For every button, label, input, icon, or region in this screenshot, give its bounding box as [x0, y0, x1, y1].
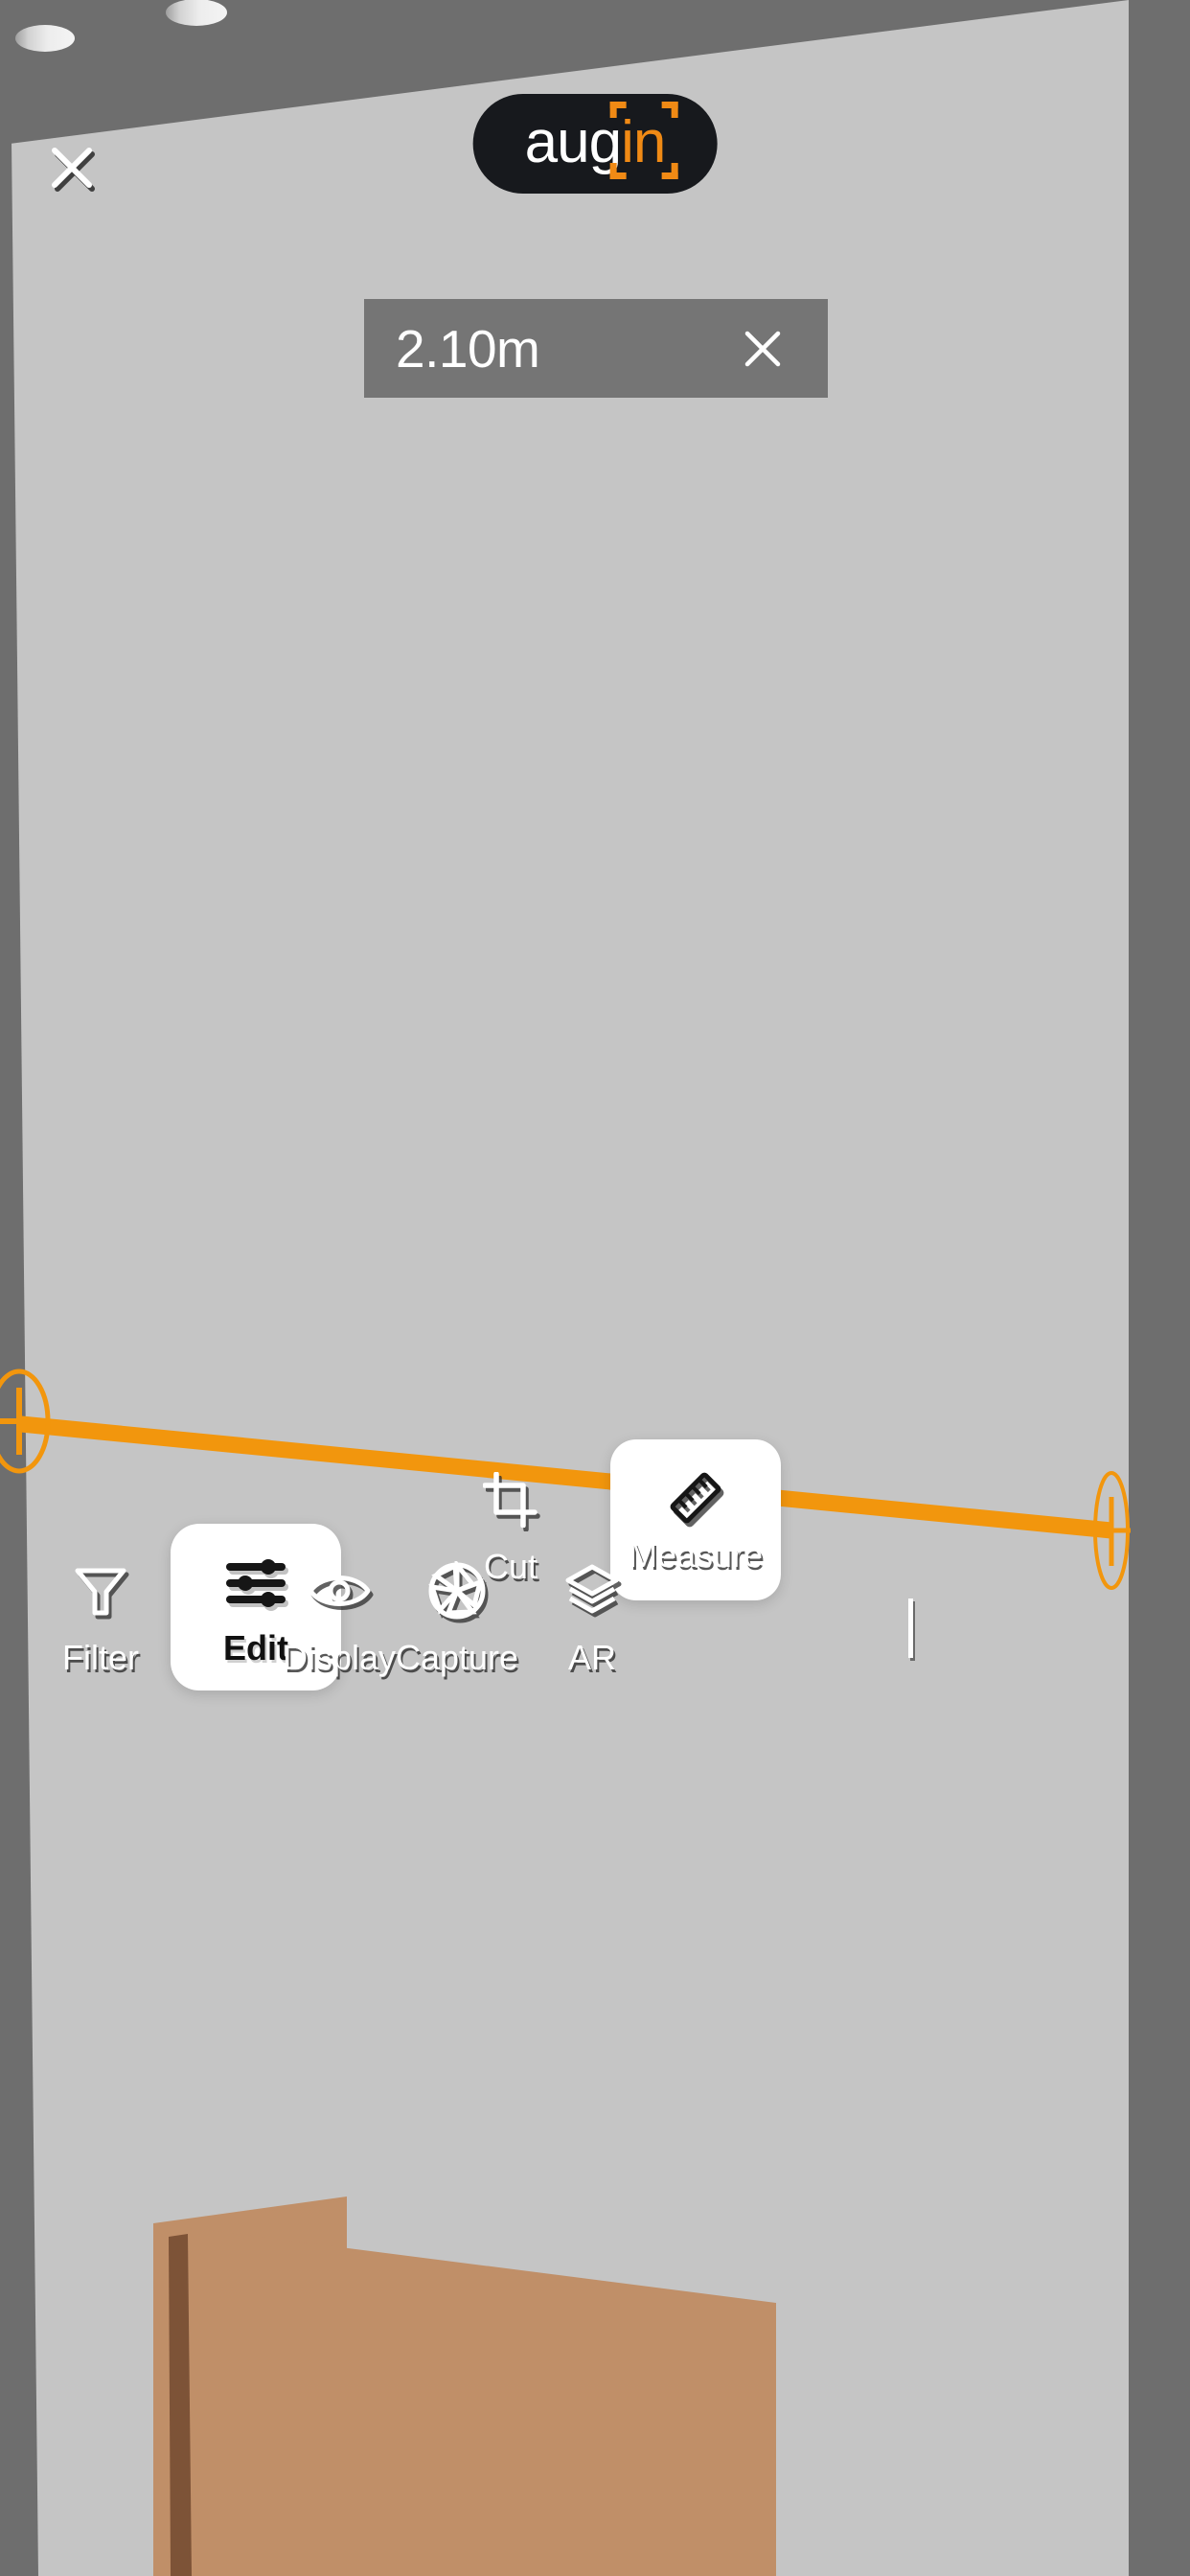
measurement-readout: 2.10m [364, 299, 828, 398]
layers-icon [562, 1560, 622, 1622]
crop-icon [483, 1469, 538, 1530]
logo-suffix-wrap: in [610, 102, 678, 179]
logo-prefix: aug [524, 109, 622, 175]
logo-bracket-bottom-left [610, 163, 628, 179]
tab-capture-label: Capture [395, 1638, 519, 1677]
app-logo: aug in [472, 94, 718, 194]
app-logo-text: aug in [525, 102, 678, 179]
tab-ar[interactable]: AR [520, 1560, 664, 1675]
aperture-icon [427, 1560, 487, 1622]
funnel-icon [74, 1560, 127, 1622]
close-icon [744, 331, 781, 366]
tab-filter-label: Filter [62, 1638, 139, 1677]
ceiling-light [166, 0, 227, 26]
logo-bracket-top-right [661, 102, 678, 118]
tab-ar-label: AR [567, 1638, 616, 1677]
ceiling-light [15, 25, 75, 52]
tab-display-label: Display [282, 1638, 397, 1677]
eye-icon [307, 1560, 372, 1622]
tab-filter[interactable]: Filter [29, 1560, 172, 1675]
close-session-button[interactable] [38, 134, 105, 201]
logo-bracket-bottom-right [661, 163, 678, 179]
logo-bracket-top-left [610, 102, 628, 118]
logo-suffix: in [621, 109, 666, 175]
ar-measure-screen: aug in 2.10m Cut Measure Filter Edit Dis… [0, 0, 1190, 2576]
ruler-icon [666, 1467, 725, 1529]
tab-capture[interactable]: Capture [385, 1560, 529, 1675]
measurement-value: 2.10m [396, 318, 540, 379]
close-icon [52, 148, 92, 188]
delete-measurement-button[interactable] [736, 322, 790, 376]
toolbar-divider [908, 1598, 913, 1658]
door-jamb [169, 2234, 192, 2576]
